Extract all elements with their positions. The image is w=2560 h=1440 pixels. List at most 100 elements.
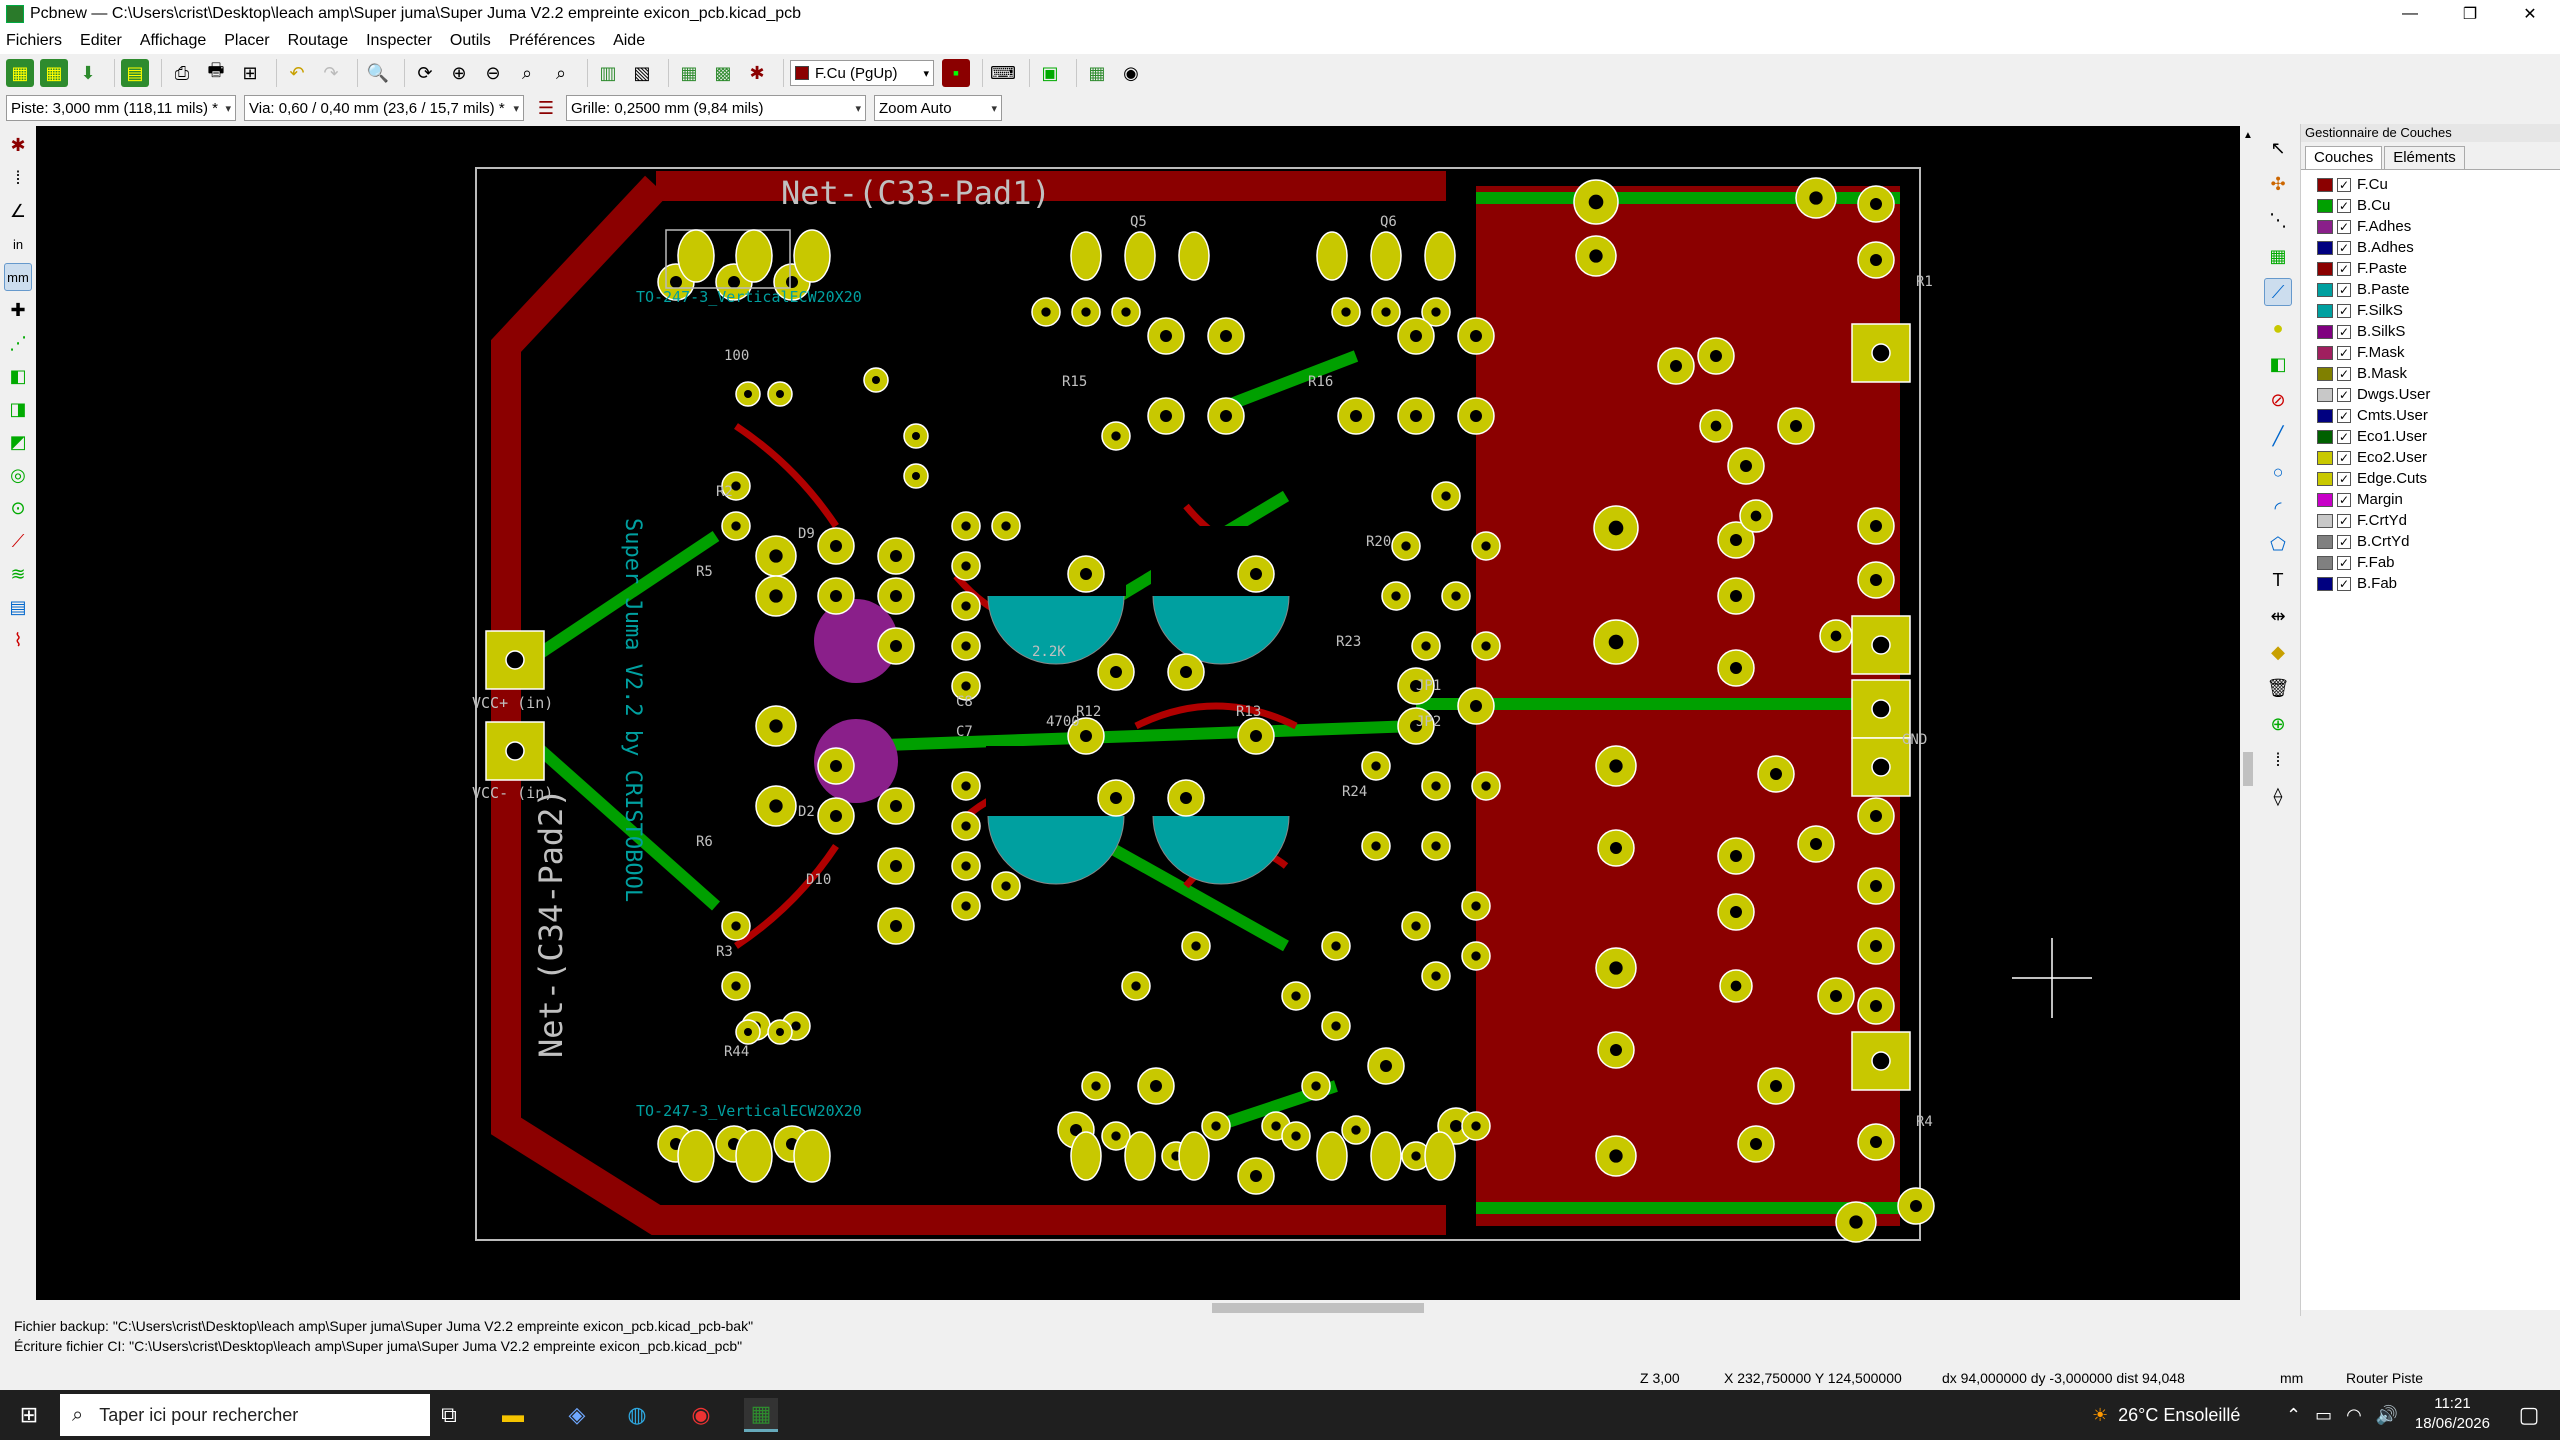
windows-start-icon[interactable]: ⊞ (12, 1398, 46, 1432)
menu-routage[interactable]: Routage (288, 32, 349, 50)
layer-row[interactable]: ✓ F.Paste (2301, 258, 2560, 279)
chevron-up-icon[interactable]: ⌃ (2286, 1405, 2301, 1426)
3d-viewer-icon[interactable]: ▣ (1036, 59, 1064, 87)
drc-markers-icon[interactable]: ✱ (4, 131, 32, 159)
layer-visibility-checkbox[interactable]: ✓ (2337, 303, 2351, 318)
layer-color-swatch[interactable] (2317, 450, 2333, 465)
layer-name[interactable]: F.Adhes (2357, 218, 2411, 235)
layer-row[interactable]: ✓ B.Adhes (2301, 237, 2560, 258)
layer-name[interactable]: B.Fab (2357, 575, 2397, 592)
layer-row[interactable]: ✓ B.Cu (2301, 195, 2560, 216)
layer-visibility-checkbox[interactable]: ✓ (2337, 177, 2351, 192)
zone-sketch-icon[interactable]: ◩ (4, 428, 32, 456)
layer-name[interactable]: F.Cu (2357, 176, 2388, 193)
add-arc-icon[interactable]: ◜ (2264, 494, 2292, 522)
route-track-icon[interactable]: ⟋ (2264, 278, 2292, 306)
layer-row[interactable]: ✓ F.Mask (2301, 342, 2560, 363)
layer-visibility-checkbox[interactable]: ✓ (2337, 387, 2351, 402)
zoom-out-icon[interactable]: ⊖ (479, 59, 507, 87)
microwave-tools-icon[interactable]: ⌇ (4, 626, 32, 654)
layer-row[interactable]: ✓ F.Cu (2301, 174, 2560, 195)
find-icon[interactable]: 🔍 (364, 59, 392, 87)
layer-color-swatch[interactable] (2317, 492, 2333, 507)
page-settings-icon[interactable]: ▤ (121, 59, 149, 87)
layer-color-swatch[interactable] (2317, 576, 2333, 591)
layer-color-swatch[interactable] (2317, 261, 2333, 276)
layer-row[interactable]: ✓ Dwgs.User (2301, 384, 2560, 405)
layer-row[interactable]: ✓ F.Fab (2301, 552, 2560, 573)
menu-outils[interactable]: Outils (450, 32, 491, 50)
layer-visibility-checkbox[interactable]: ✓ (2337, 324, 2351, 339)
grid-toggle-icon[interactable]: ⁞ (4, 164, 32, 192)
wifi-icon[interactable]: ◠ (2346, 1405, 2362, 1426)
layer-name[interactable]: Margin (2357, 491, 2403, 508)
scripting-console-icon[interactable]: ⌨ (989, 59, 1017, 87)
add-circle-icon[interactable]: ○ (2264, 458, 2292, 486)
layers-manager-icon[interactable]: ▤ (4, 593, 32, 621)
layer-color-swatch[interactable] (2317, 324, 2333, 339)
menu-fichiers[interactable]: Fichiers (6, 32, 62, 50)
open-board-icon[interactable]: ▦ (40, 59, 68, 87)
layer-color-swatch[interactable] (2317, 240, 2333, 255)
autoplace-icon[interactable]: ▦ (1083, 59, 1111, 87)
layer-visibility-checkbox[interactable]: ✓ (2337, 471, 2351, 486)
zone-outline-icon[interactable]: ◨ (4, 395, 32, 423)
layer-visibility-checkbox[interactable]: ✓ (2337, 240, 2351, 255)
add-text-icon[interactable]: T (2264, 566, 2292, 594)
layer-color-swatch[interactable] (2317, 219, 2333, 234)
layer-color-swatch[interactable] (2317, 345, 2333, 360)
update-pcb-icon[interactable]: ▩ (709, 59, 737, 87)
layer-row[interactable]: ✓ F.SilkS (2301, 300, 2560, 321)
weather-widget[interactable]: ☀ 26°C Ensoleillé (2092, 1390, 2240, 1440)
layer-row[interactable]: ✓ Eco2.User (2301, 447, 2560, 468)
layer-visibility-checkbox[interactable]: ✓ (2337, 366, 2351, 381)
layer-color-swatch[interactable] (2317, 303, 2333, 318)
tab-elements[interactable]: Eléments (2384, 146, 2465, 169)
local-ratsnest-icon[interactable]: ⋱ (2264, 206, 2292, 234)
edge-browser-icon[interactable]: ◍ (620, 1398, 654, 1432)
layer-name[interactable]: B.SilkS (2357, 323, 2405, 340)
layer-name[interactable]: F.Paste (2357, 260, 2407, 277)
layer-color-swatch[interactable] (2317, 555, 2333, 570)
layer-row[interactable]: ✓ Margin (2301, 489, 2560, 510)
pcb-canvas[interactable]: Net-(C33-Pad1) Net-(C34-Pad2) Super Juma… (36, 126, 2240, 1300)
layer-color-swatch[interactable] (2317, 513, 2333, 528)
layer-name[interactable]: B.CrtYd (2357, 533, 2410, 550)
layer-visibility-checkbox[interactable]: ✓ (2337, 408, 2351, 423)
layer-pair-icon[interactable]: ▪ (942, 59, 970, 87)
add-target-icon[interactable]: ◆ (2264, 638, 2292, 666)
layer-color-swatch[interactable] (2317, 471, 2333, 486)
layer-name[interactable]: F.Fab (2357, 554, 2395, 571)
layer-name[interactable]: B.Mask (2357, 365, 2407, 382)
layer-row[interactable]: ✓ B.Fab (2301, 573, 2560, 594)
layer-color-swatch[interactable] (2317, 366, 2333, 381)
layer-visibility-checkbox[interactable]: ✓ (2337, 282, 2351, 297)
zoom-selection-icon[interactable]: ⌕ (547, 59, 575, 87)
layer-name[interactable]: F.SilkS (2357, 302, 2403, 319)
layer-color-swatch[interactable] (2317, 534, 2333, 549)
delete-icon[interactable]: 🗑 (2264, 674, 2292, 702)
zoom-in-icon[interactable]: ⊕ (445, 59, 473, 87)
layer-row[interactable]: ✓ B.SilkS (2301, 321, 2560, 342)
menu-affichage[interactable]: Affichage (140, 32, 206, 50)
via-size-select[interactable]: Via: 0,60 / 0,40 mm (23,6 / 15,7 mils) *… (244, 95, 524, 121)
layer-visibility-checkbox[interactable]: ✓ (2337, 534, 2351, 549)
layer-visibility-checkbox[interactable]: ✓ (2337, 513, 2351, 528)
horizontal-scroll-thumb[interactable] (1212, 1303, 1424, 1313)
layer-visibility-checkbox[interactable]: ✓ (2337, 555, 2351, 570)
netlist-icon[interactable]: ▥ (594, 59, 622, 87)
menu-editer[interactable]: Editer (80, 32, 122, 50)
layer-color-swatch[interactable] (2317, 429, 2333, 444)
layer-row[interactable]: ✓ F.CrtYd (2301, 510, 2560, 531)
layer-name[interactable]: B.Cu (2357, 197, 2390, 214)
zoom-fit-icon[interactable]: ⌕ (513, 59, 541, 87)
zoom-select[interactable]: Zoom Auto ▾ (874, 95, 1002, 121)
add-line-icon[interactable]: ╱ (2264, 422, 2292, 450)
auto-track-width-icon[interactable]: ☰ (532, 94, 560, 122)
task-view-icon[interactable]: ⧉ (432, 1398, 466, 1432)
ms-office-icon[interactable]: ◈ (560, 1398, 594, 1432)
menu-preferences[interactable]: Préférences (509, 32, 595, 50)
track-sketch-icon[interactable]: ⟋ (4, 527, 32, 555)
via-sketch-icon[interactable]: ⊙ (4, 494, 32, 522)
layer-color-swatch[interactable] (2317, 282, 2333, 297)
